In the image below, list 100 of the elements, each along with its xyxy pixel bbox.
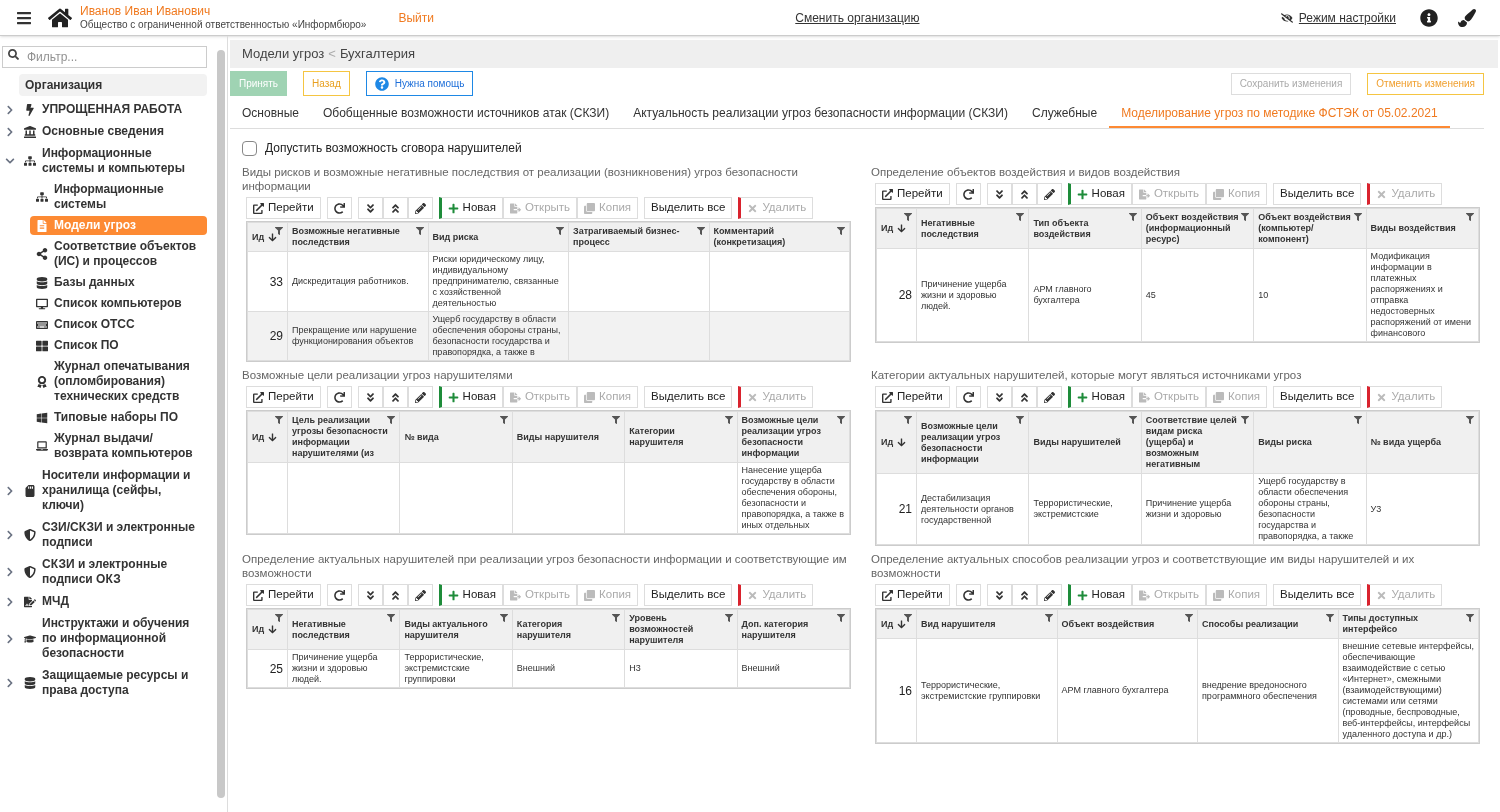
refresh-button[interactable] bbox=[326, 197, 352, 219]
collapse-button[interactable] bbox=[382, 584, 408, 606]
column-header[interactable]: Комментарий (конкретизация) bbox=[709, 222, 850, 252]
refresh-button[interactable] bbox=[326, 386, 352, 408]
filter-icon[interactable] bbox=[556, 227, 564, 235]
collapse-button[interactable] bbox=[382, 386, 408, 408]
nav-item[interactable]: Защищаемые ресурсы и права доступа bbox=[18, 666, 207, 700]
filter-icon[interactable] bbox=[499, 614, 508, 622]
filter-icon[interactable] bbox=[275, 614, 283, 622]
select-all-button[interactable]: Выделить все bbox=[1273, 386, 1362, 408]
collapse-button[interactable] bbox=[1011, 386, 1037, 408]
new-button[interactable]: Новая bbox=[1067, 183, 1132, 205]
nav-item[interactable]: Соответствие объектов (ИС) и процессов bbox=[30, 237, 207, 271]
filter-icon[interactable] bbox=[1128, 213, 1137, 221]
goto-button[interactable]: Перейти bbox=[875, 386, 950, 408]
column-header[interactable]: Негативные последствия bbox=[287, 609, 400, 650]
filter-icon[interactable] bbox=[1466, 213, 1474, 221]
checkbox[interactable] bbox=[242, 140, 257, 156]
column-header[interactable]: № вида bbox=[399, 411, 513, 463]
column-header[interactable]: № вида ущерба bbox=[1366, 411, 1479, 474]
column-header[interactable]: Типы доступных интерфейсо bbox=[1338, 609, 1479, 639]
filter-icon[interactable] bbox=[1185, 614, 1193, 622]
nav-item[interactable]: Журнал выдачи/ возврата компьютеров bbox=[30, 429, 207, 463]
select-all-button[interactable]: Выделить все bbox=[1273, 183, 1362, 205]
refresh-button[interactable] bbox=[326, 584, 352, 606]
tab[interactable]: Обобщенные возможности источников атак (СКЗИ) bbox=[310, 100, 622, 128]
collapse-button[interactable] bbox=[382, 197, 408, 219]
menu-icon[interactable] bbox=[16, 9, 32, 26]
nav-item[interactable]: Носители информации и хранилища (сейфы, ключи) bbox=[18, 466, 207, 515]
scrollbar[interactable] bbox=[217, 50, 225, 798]
info-icon[interactable] bbox=[1420, 8, 1438, 27]
nav-item[interactable]: МЧД bbox=[18, 592, 207, 611]
nav-item[interactable]: УПРОЩЕННАЯ РАБОТА bbox=[18, 100, 207, 119]
tab[interactable]: Основные bbox=[230, 100, 311, 128]
chevron-right-icon[interactable] bbox=[5, 633, 15, 644]
column-header[interactable]: Негативные последствия bbox=[916, 208, 1029, 249]
new-button[interactable]: Новая bbox=[1067, 584, 1132, 606]
chevron-right-icon[interactable] bbox=[5, 678, 15, 688]
nav-item[interactable]: Базы данных bbox=[30, 273, 207, 292]
nav-item[interactable]: Информационные системы bbox=[30, 180, 207, 214]
filter-icon[interactable] bbox=[1325, 614, 1334, 622]
column-header[interactable]: Ид bbox=[247, 609, 288, 650]
chevron-right-icon[interactable] bbox=[5, 530, 15, 540]
settings-mode-link[interactable]: Режим настройки bbox=[1280, 8, 1396, 27]
select-all-button[interactable]: Выделить все bbox=[644, 584, 733, 606]
column-header[interactable]: Объект воздействия bbox=[1057, 609, 1198, 639]
filter-icon[interactable] bbox=[415, 227, 424, 235]
brush-icon[interactable] bbox=[1458, 8, 1476, 27]
nav-item[interactable]: Список ПО bbox=[30, 336, 207, 355]
column-header[interactable]: Виды актуального нарушителя bbox=[399, 609, 513, 650]
column-header[interactable]: Вид нарушителя bbox=[916, 609, 1057, 639]
column-header[interactable]: Уровень возможностей нарушителя bbox=[624, 609, 738, 650]
filter-icon[interactable] bbox=[275, 416, 283, 424]
column-header[interactable]: Виды риска bbox=[1253, 411, 1367, 474]
column-header[interactable]: Способы реализации bbox=[1197, 609, 1338, 639]
filter-icon[interactable] bbox=[1353, 213, 1362, 221]
select-all-button[interactable]: Выделить все bbox=[644, 386, 733, 408]
column-header[interactable]: Возможные цели реализации угроз безопасности информации bbox=[916, 411, 1029, 474]
column-header[interactable]: Затрагиваемый бизнес-процесс bbox=[568, 222, 709, 252]
chevron-right-icon[interactable] bbox=[5, 596, 15, 607]
refresh-button[interactable] bbox=[955, 386, 981, 408]
goto-button[interactable]: Перейти bbox=[246, 584, 321, 606]
new-button[interactable]: Новая bbox=[438, 386, 503, 408]
expand-button[interactable] bbox=[357, 584, 383, 606]
refresh-button[interactable] bbox=[955, 183, 981, 205]
column-header[interactable]: Ид bbox=[247, 222, 288, 252]
filter-icon[interactable] bbox=[837, 227, 845, 235]
nav-item[interactable]: Информационные системы и компьютеры bbox=[18, 144, 207, 178]
column-header[interactable]: Виды нарушителя bbox=[512, 411, 625, 463]
expand-button[interactable] bbox=[986, 584, 1012, 606]
filter-icon[interactable] bbox=[1466, 614, 1474, 622]
nav-item[interactable]: Список ОТСС bbox=[30, 315, 207, 334]
edit-button[interactable] bbox=[1036, 386, 1062, 408]
filter-icon[interactable] bbox=[1353, 416, 1362, 424]
help-button[interactable]: Нужна помощь bbox=[365, 71, 474, 96]
edit-button[interactable] bbox=[407, 584, 433, 606]
column-header[interactable]: Ид bbox=[876, 411, 917, 474]
column-header[interactable]: Вид риска bbox=[428, 222, 569, 252]
new-button[interactable]: Новая bbox=[438, 584, 503, 606]
filter-icon[interactable] bbox=[275, 227, 283, 235]
edit-button[interactable] bbox=[407, 386, 433, 408]
filter-icon[interactable] bbox=[387, 416, 396, 424]
filter-icon[interactable] bbox=[904, 614, 912, 622]
organization-header[interactable]: Организация bbox=[19, 74, 207, 96]
nav-item[interactable]: Инструктажи и обучения по информационной безопасности bbox=[18, 614, 207, 663]
filter-icon[interactable] bbox=[387, 614, 396, 622]
column-header[interactable]: Цель реализации угрозы безопасности информации нарушителями (из bbox=[287, 411, 400, 463]
expand-button[interactable] bbox=[986, 386, 1012, 408]
filter-icon[interactable] bbox=[904, 213, 912, 221]
expand-button[interactable] bbox=[357, 197, 383, 219]
nav-item[interactable]: Основные сведения bbox=[18, 122, 207, 141]
edit-button[interactable] bbox=[407, 197, 433, 219]
filter-icon[interactable] bbox=[612, 416, 621, 424]
filter-icon[interactable] bbox=[1016, 416, 1025, 424]
goto-button[interactable]: Перейти bbox=[875, 584, 950, 606]
chevron-down-icon[interactable] bbox=[5, 156, 15, 166]
new-button[interactable]: Новая bbox=[438, 197, 503, 219]
edit-button[interactable] bbox=[1036, 183, 1062, 205]
column-header[interactable]: Ид bbox=[876, 609, 917, 639]
refresh-button[interactable] bbox=[955, 584, 981, 606]
